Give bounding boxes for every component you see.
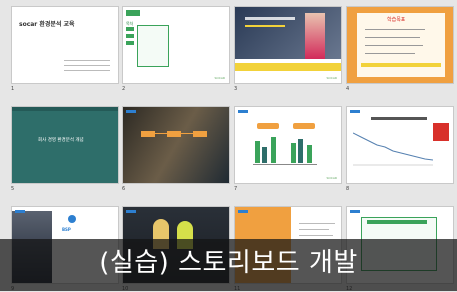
header-tab	[350, 210, 360, 213]
slide-5-title: 회사 경영 환경분석 개념	[38, 138, 84, 143]
bar	[291, 143, 296, 163]
list-marker	[126, 41, 134, 45]
slide-6-number: 6	[122, 186, 126, 192]
step-box	[167, 131, 181, 137]
content-box	[137, 25, 169, 67]
slide-2-footer-logo: SOCAR	[214, 76, 226, 80]
line-chart	[353, 132, 433, 166]
title-text-bar	[371, 117, 427, 120]
header-tab	[238, 210, 248, 213]
list-marker	[126, 34, 134, 38]
text-line	[299, 235, 333, 236]
bar	[255, 141, 260, 163]
slide-8-canvas	[346, 106, 454, 184]
slide-4-number: 4	[346, 86, 350, 92]
axis-line	[253, 164, 317, 165]
header-tab	[126, 110, 136, 113]
slide-8-number: 8	[346, 186, 350, 192]
arrow-connector	[155, 133, 167, 134]
trend-line	[353, 132, 433, 161]
circle-badge-icon	[68, 215, 76, 223]
bullet-line	[365, 37, 420, 38]
divider	[64, 60, 110, 61]
bullet-line	[365, 45, 423, 46]
slide-7-canvas: SOCAR	[234, 106, 342, 184]
step-box	[193, 131, 207, 137]
top-band	[12, 107, 118, 111]
label-pill	[293, 123, 315, 129]
highlight-band	[235, 63, 341, 71]
slide-1-title: socar 환경분석 교육	[19, 21, 75, 28]
slide-3-number: 3	[234, 86, 238, 92]
bar	[307, 145, 312, 163]
list-marker	[126, 27, 134, 31]
header-tab	[238, 110, 248, 113]
header-tab	[126, 210, 136, 213]
header-tab	[15, 210, 25, 213]
text-line	[299, 229, 329, 230]
header-tab	[350, 110, 360, 113]
slide-3-canvas: SOCAR	[234, 6, 342, 84]
bar	[262, 147, 267, 163]
person-image	[305, 13, 325, 59]
title-text-bar	[245, 17, 295, 20]
header-tab	[126, 10, 140, 16]
divider	[64, 65, 110, 66]
slide-3-footer-logo: SOCAR	[326, 76, 338, 80]
label-pill	[257, 123, 279, 129]
slide-5-canvas: 회사 경영 환경분석 개념	[11, 106, 119, 184]
step-box	[141, 131, 155, 137]
caption-text: (실습) 스토리보드 개발	[99, 248, 358, 278]
arrow-connector	[181, 133, 193, 134]
bullet-line	[365, 53, 415, 54]
bar	[298, 139, 303, 163]
slide-1-canvas: socar 환경분석 교육	[11, 6, 119, 84]
slide-9-badge: BSP	[62, 227, 71, 232]
slide-2-canvas: 목차 SOCAR	[122, 6, 230, 84]
slide-4-title: 학습목표	[387, 17, 406, 23]
bar	[271, 137, 276, 163]
text-line	[299, 223, 335, 224]
slide-7-number: 7	[234, 186, 238, 192]
slide-5-number: 5	[11, 186, 15, 192]
divider	[64, 70, 110, 71]
slide-1-number: 1	[11, 86, 15, 92]
photo-background	[235, 7, 341, 59]
callout-box	[433, 123, 449, 141]
slide-7-footer-logo: SOCAR	[326, 176, 338, 180]
subtitle-text-bar	[245, 25, 285, 27]
box-header	[367, 220, 427, 224]
slide-2-number: 2	[122, 86, 126, 92]
highlight-bar	[361, 63, 441, 67]
slide-4-canvas: 학습목표	[346, 6, 454, 84]
slide-6-canvas	[122, 106, 230, 184]
bullet-line	[365, 29, 425, 30]
